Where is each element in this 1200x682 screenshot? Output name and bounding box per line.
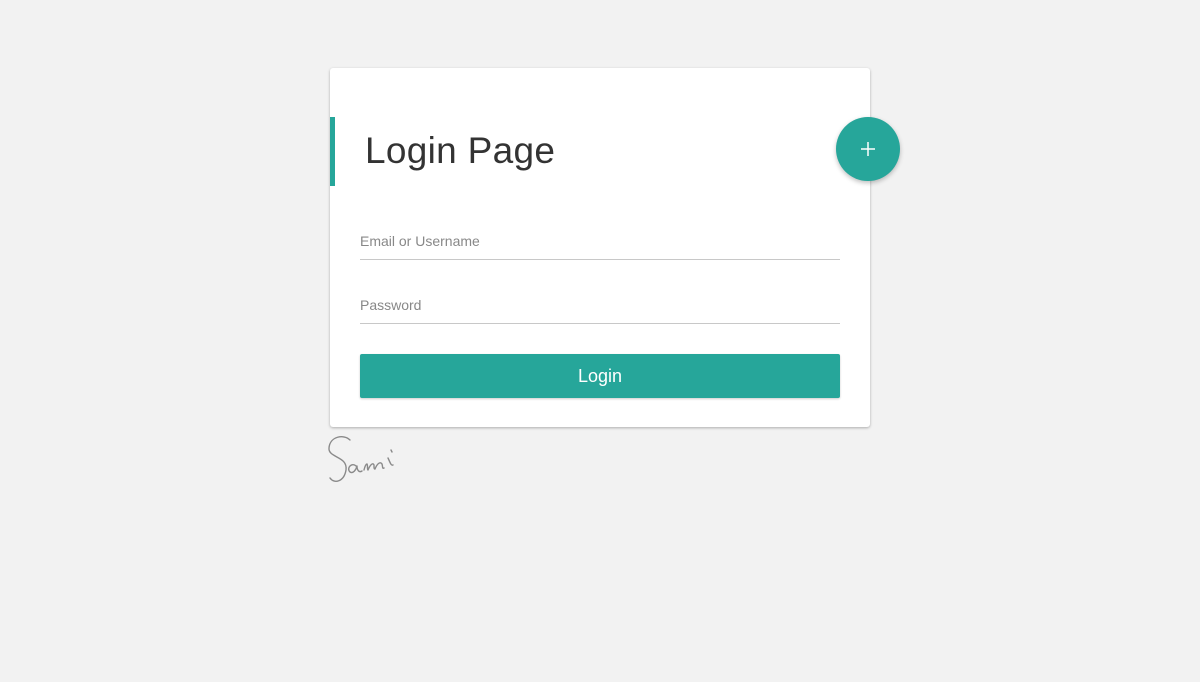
title-accent-bar bbox=[330, 117, 335, 186]
page: Login Page Login bbox=[0, 0, 1200, 682]
email-field[interactable] bbox=[360, 223, 840, 260]
password-field[interactable] bbox=[360, 287, 840, 324]
signature-logo bbox=[328, 436, 394, 482]
add-button[interactable] bbox=[836, 117, 900, 181]
plus-icon bbox=[861, 142, 875, 156]
login-button[interactable]: Login bbox=[360, 354, 840, 398]
login-card: Login Page Login bbox=[330, 68, 900, 427]
page-title: Login Page bbox=[365, 130, 556, 171]
